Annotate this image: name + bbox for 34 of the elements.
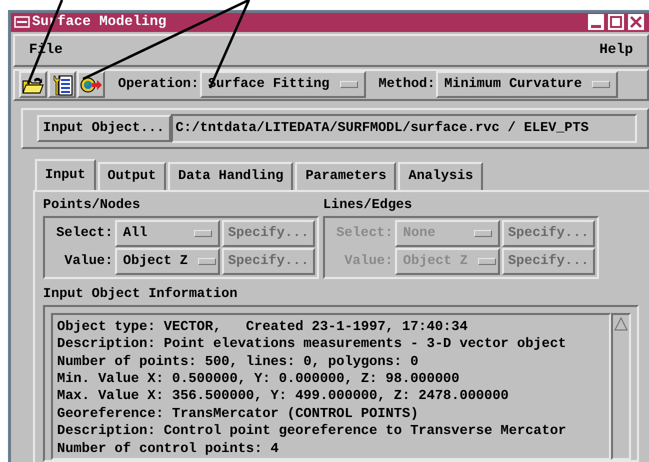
info-line: Description: Control point georeference to Transverse Mercator xyxy=(57,423,568,441)
option-menu[interactable]: Object Z xyxy=(115,248,220,275)
window-menu-icon[interactable] xyxy=(14,16,30,28)
selector-label: Operation: xyxy=(118,77,200,92)
info-line: Min. Value X: 0.500000, Y: 0.000000, Z: 98.000000 xyxy=(57,370,460,388)
input-object-button[interactable]: Input Object... xyxy=(37,114,171,142)
scrollbar[interactable] xyxy=(611,312,631,460)
tab[interactable]: Output xyxy=(98,162,166,190)
minimize-icon[interactable] xyxy=(587,13,605,32)
field-label: Select: xyxy=(55,226,113,241)
maximize-icon[interactable] xyxy=(607,13,625,32)
scroll-up-icon[interactable] xyxy=(614,316,628,331)
close-icon[interactable] xyxy=(627,13,645,32)
info-line: Object type: VECTOR, Created 23-1-1997, 17:40:34 xyxy=(57,318,469,336)
field-label: Value: xyxy=(63,254,113,269)
option-menu[interactable]: Minimum Curvature xyxy=(436,71,618,98)
option-menu[interactable]: All xyxy=(115,220,220,247)
open-folder-icon[interactable] xyxy=(19,71,47,98)
section-title: Input Object Information xyxy=(43,286,238,304)
tab[interactable]: Parameters xyxy=(295,162,396,190)
tab[interactable]: Analysis xyxy=(398,162,484,190)
info-line: Number of control points: 4 xyxy=(57,440,280,458)
tab[interactable]: Data Handling xyxy=(168,162,294,190)
path-field[interactable]: C:/tntdata/LITEDATA/SURFMODL/surface.rvc / ELEV_PTS xyxy=(170,114,637,143)
group-title: Points/Nodes xyxy=(43,198,142,215)
selector-label: Method: xyxy=(378,77,436,92)
tab[interactable]: Input xyxy=(35,158,96,190)
info-line: Description: Point elevations measurements - 3-D vector object xyxy=(57,336,568,354)
info-line: Georeference: TransMercator (CONTROL POINTS) xyxy=(57,406,420,424)
group-title: Lines/Edges xyxy=(323,198,414,215)
info-line: Max. Value X: 356.500000, Y: 499.000000, Z: 2478.000000 xyxy=(57,388,510,406)
info-line: Number of points: 500, lines: 0, polygons: 0 xyxy=(57,354,420,371)
tools-list-icon[interactable] xyxy=(48,71,76,98)
menu-item[interactable]: Help xyxy=(599,42,633,58)
